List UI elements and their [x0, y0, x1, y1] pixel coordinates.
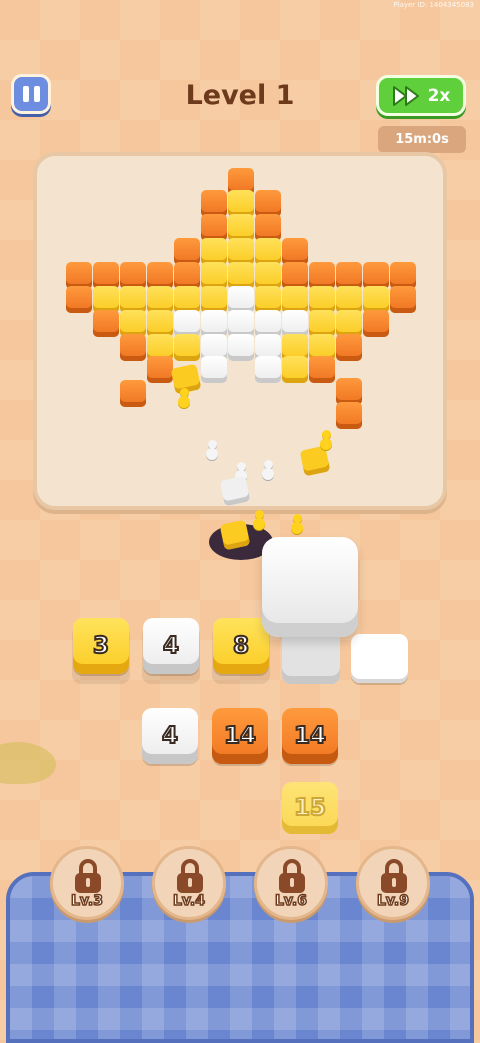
blank-white-tile[interactable] [351, 634, 408, 683]
locked-slot[interactable]: Lv.9 [356, 846, 430, 920]
ant [204, 440, 220, 460]
carried-block [299, 445, 331, 477]
lock-level-label: Lv.6 [274, 892, 307, 910]
carried-block [219, 519, 251, 551]
number-tile[interactable]: 8 [213, 618, 269, 674]
ant [318, 430, 334, 450]
lock-level-label: Lv.4 [172, 892, 205, 910]
decorative-leaf [0, 742, 56, 784]
locked-slot[interactable]: Lv.3 [50, 846, 124, 920]
lock-level-label: Lv.9 [376, 892, 409, 910]
ant [251, 510, 267, 530]
locked-slot[interactable]: Lv.6 [254, 846, 328, 920]
number-tile[interactable]: 4 [143, 618, 199, 674]
number-tile[interactable]: 3 [73, 618, 129, 674]
queue-tile[interactable]: 4 [142, 708, 198, 764]
queue-tile[interactable]: 14 [282, 708, 338, 764]
queue-tile[interactable]: 14 [212, 708, 268, 764]
ant [176, 388, 192, 408]
locked-slot[interactable]: Lv.4 [152, 846, 226, 920]
dragged-white-block[interactable] [262, 537, 358, 637]
carried-block [219, 475, 251, 507]
ant [260, 460, 276, 480]
ant [289, 514, 305, 534]
lock-level-label: Lv.3 [70, 892, 103, 910]
pixel-art-star [0, 0, 480, 520]
pending-tile: 15 [282, 782, 338, 834]
